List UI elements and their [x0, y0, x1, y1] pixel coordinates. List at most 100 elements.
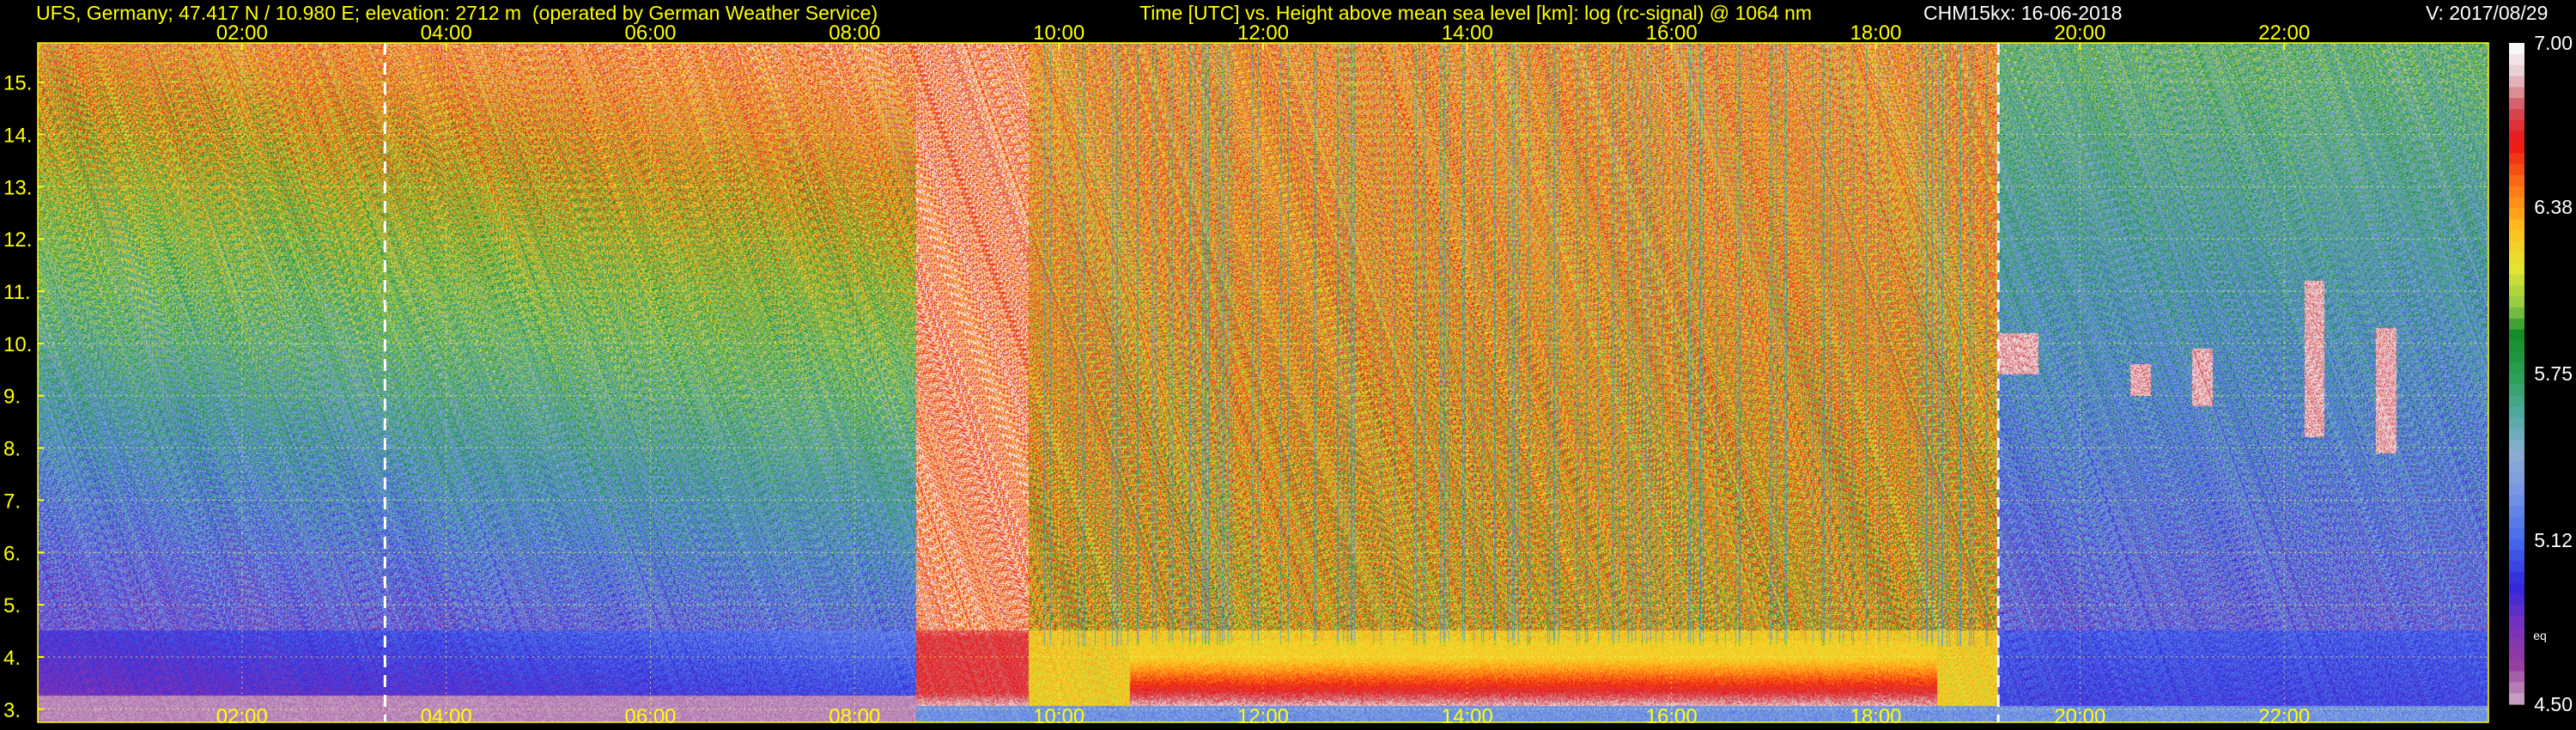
colorbar-segment: [2509, 43, 2524, 55]
colorbar-segment: [2509, 142, 2524, 154]
colorbar-unit-label: eq: [2533, 629, 2547, 642]
y-tick-label: 4.: [3, 647, 21, 670]
colorbar-segment: [2509, 440, 2524, 452]
ceilometer-chart: UFS, Germany; 47.417 N / 10.980 E; eleva…: [0, 0, 2576, 730]
colorbar-segment: [2509, 252, 2524, 265]
colorbar-segment: [2509, 506, 2524, 518]
colorbar-segment: [2509, 119, 2524, 132]
colorbar-segment: [2509, 98, 2524, 110]
colorbar-segment: [2509, 109, 2524, 121]
colorbar-segment: [2509, 648, 2524, 661]
x-tick-label-bottom: 18:00: [1850, 705, 1901, 728]
x-tick-label-bottom: 08:00: [829, 705, 880, 728]
colorbar-segment: [2509, 263, 2524, 276]
x-tick-label-bottom: 12:00: [1237, 705, 1289, 728]
x-tick-label-top: 22:00: [2258, 21, 2310, 45]
x-tick-label-top: 20:00: [2054, 21, 2105, 45]
colorbar-segment: [2509, 406, 2524, 418]
colorbar-segment: [2509, 285, 2524, 297]
colorbar-segment: [2509, 153, 2524, 165]
y-tick-label: 7.: [3, 490, 21, 513]
x-tick-label-top: 02:00: [216, 21, 268, 45]
colorbar-segment: [2509, 527, 2524, 540]
colorbar-segment: [2509, 384, 2524, 397]
colorbar-segment: [2509, 616, 2524, 628]
x-tick-label-bottom: 22:00: [2258, 705, 2310, 728]
colorbar-segment: [2509, 307, 2524, 319]
colorbar-tick-label: 5.12: [2534, 529, 2573, 551]
x-tick-label-bottom: 04:00: [421, 705, 472, 728]
x-tick-label-top: 18:00: [1850, 21, 1901, 45]
colorbar-segment: [2509, 538, 2524, 551]
x-tick-label-top: 10:00: [1033, 21, 1084, 45]
colorbar-segment: [2509, 340, 2524, 352]
colorbar-segment: [2509, 395, 2524, 408]
colorbar-segment: [2509, 472, 2524, 484]
colorbar-segment: [2509, 561, 2524, 573]
colorbar-tick-label: 5.75: [2534, 362, 2573, 385]
colorbar-segment: [2509, 219, 2524, 231]
colorbar-segment: [2509, 572, 2524, 584]
colorbar-segment: [2509, 693, 2524, 705]
colorbar-segment: [2509, 495, 2524, 507]
colorbar-segment: [2509, 208, 2524, 220]
colorbar-segment: [2509, 64, 2524, 77]
colorbar-segment: [2509, 550, 2524, 562]
colorbar-segment: [2509, 76, 2524, 88]
colorbar-segment: [2509, 175, 2524, 187]
colorbar-segment: [2509, 374, 2524, 386]
colorbar-segment: [2509, 296, 2524, 308]
colorbar-segment: [2509, 351, 2524, 363]
colorbar-segment: [2509, 131, 2524, 143]
colorbar-tick-label: 4.50: [2534, 693, 2573, 715]
x-tick-label-bottom: 02:00: [216, 705, 268, 728]
x-tick-label-top: 12:00: [1237, 21, 1289, 45]
x-tick-label-top: 06:00: [624, 21, 676, 45]
colorbar-tick-label: 6.38: [2534, 196, 2573, 218]
colorbar-segment: [2509, 417, 2524, 429]
colorbar-segment: [2509, 660, 2524, 672]
y-tick-label: 14.: [3, 124, 32, 147]
colorbar-segment: [2509, 164, 2524, 176]
colorbar-segment: [2509, 329, 2524, 342]
x-tick-label-bottom: 06:00: [624, 705, 676, 728]
x-tick-label-top: 08:00: [829, 21, 880, 45]
y-tick-label: 13.: [3, 176, 32, 199]
y-tick-label: 6.: [3, 542, 21, 565]
x-tick-label-top: 04:00: [421, 21, 472, 45]
colorbar-segment: [2509, 87, 2524, 99]
colorbar-segment: [2509, 241, 2524, 253]
x-tick-label-top: 14:00: [1442, 21, 1493, 45]
x-tick-label-bottom: 20:00: [2054, 705, 2105, 728]
x-tick-label-bottom: 16:00: [1646, 705, 1698, 728]
x-tick-label-top: 16:00: [1646, 21, 1698, 45]
colorbar-segment: [2509, 593, 2524, 606]
y-tick-label: 8.: [3, 438, 21, 461]
colorbar-segment: [2509, 274, 2524, 286]
y-tick-label: 9.: [3, 386, 21, 409]
colorbar-segment: [2509, 450, 2524, 463]
y-tick-label: 5.: [3, 594, 21, 617]
y-tick-label: 12.: [3, 228, 32, 252]
y-tick-label: 3.: [3, 699, 21, 722]
colorbar-segment: [2509, 671, 2524, 683]
colorbar-segment: [2509, 484, 2524, 496]
colorbar-segment: [2509, 197, 2524, 210]
y-tick-label: 15.: [3, 72, 32, 95]
colorbar-segment: [2509, 516, 2524, 529]
chart-overlay: 02:00 02:00 04:00 04:00 06:00 06:00 08:00 08:00…: [3, 21, 2573, 728]
x-tick-label-bottom: 10:00: [1033, 705, 1084, 728]
colorbar-segment: [2509, 186, 2524, 198]
colorbar-segment: [2509, 362, 2524, 374]
colorbar-segment: [2509, 582, 2524, 595]
y-tick-label: 10.: [3, 333, 32, 356]
x-tick-label-bottom: 14:00: [1442, 705, 1493, 728]
colorbar-segment: [2509, 638, 2524, 650]
colorbar-segment: [2509, 605, 2524, 617]
colorbar-tick-label: 7.00: [2534, 32, 2573, 54]
colorbar-segment: [2509, 318, 2524, 331]
y-tick-label: 11.: [3, 281, 31, 304]
colorbar-segment: [2509, 230, 2524, 242]
colorbar-segment: [2509, 53, 2524, 66]
colorbar-segment: [2509, 461, 2524, 474]
